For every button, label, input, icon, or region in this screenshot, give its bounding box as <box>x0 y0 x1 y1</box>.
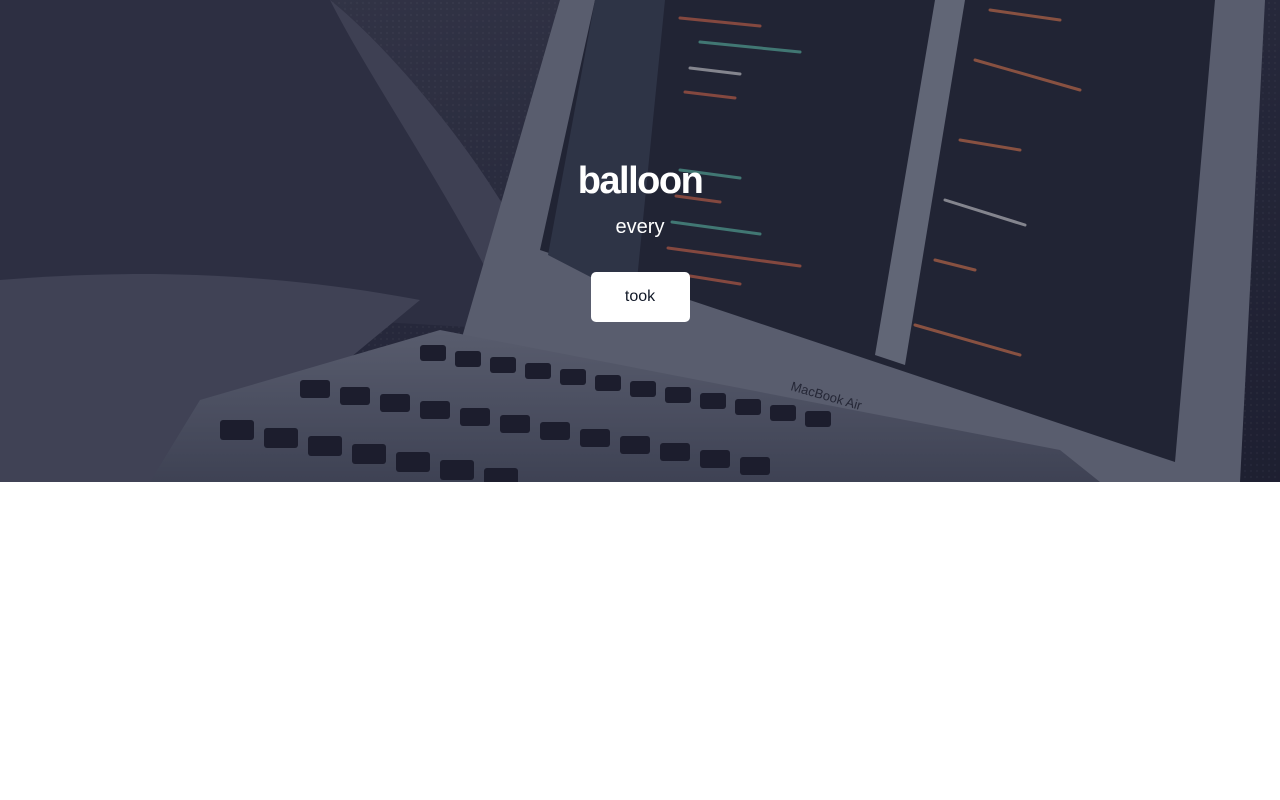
hero-title: balloon <box>577 160 704 202</box>
hero-cta-button[interactable]: took <box>590 272 690 322</box>
hero-content: balloon every took <box>0 156 1280 322</box>
hero-subtitle: every <box>615 216 665 238</box>
page-body-empty <box>0 482 1280 800</box>
hero-section: MacBook Air balloon every took <box>0 0 1280 482</box>
